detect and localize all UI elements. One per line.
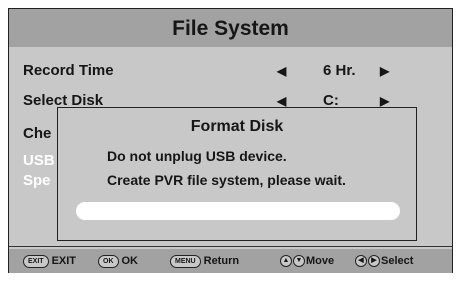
ok-key-icon: OK — [98, 254, 119, 268]
dialog-message-1: Do not unplug USB device. — [107, 148, 287, 164]
menu-row-record-time[interactable]: Record Time ◀ 6 Hr. ▶ — [23, 59, 443, 83]
hint-label: OK — [121, 255, 139, 267]
right-arrow-icon: ▶ — [368, 255, 380, 267]
menu-label: Record Time — [23, 62, 114, 79]
menu-label: Che — [23, 125, 52, 142]
arrow-right-icon[interactable]: ▶ — [380, 59, 389, 83]
menu-value: 6 Hr. — [323, 62, 356, 79]
footer-divider — [9, 246, 452, 247]
hint-label: EXIT — [51, 255, 77, 267]
hint-ok[interactable]: OK OK — [98, 253, 138, 269]
hint-move[interactable]: ▲ ▼ Move — [280, 253, 334, 269]
hint-select[interactable]: ◀ ▶ Select — [355, 253, 413, 269]
down-arrow-icon: ▼ — [293, 255, 305, 267]
menu-label: Spe — [23, 172, 51, 189]
dialog-message-2: Create PVR file system, please wait. — [107, 172, 346, 188]
hint-return[interactable]: MENU Return — [170, 253, 239, 269]
progress-bar — [76, 202, 400, 220]
file-system-screen: File System Record Time ◀ 6 Hr. ▶ Select… — [8, 8, 453, 273]
screen-title: File System — [9, 9, 452, 47]
hint-label: Return — [203, 255, 240, 267]
up-arrow-icon: ▲ — [280, 255, 292, 267]
footer-hint-bar: EXIT EXIT OK OK MENU Return ▲ ▼ Move ◀ ▶… — [9, 249, 452, 273]
menu-key-icon: MENU — [170, 254, 201, 268]
format-disk-dialog: Format Disk Do not unplug USB device. Cr… — [57, 107, 417, 241]
hint-label: Select — [381, 255, 414, 267]
dialog-title: Format Disk — [190, 118, 284, 135]
arrow-left-icon[interactable]: ◀ — [277, 59, 286, 83]
exit-key-icon: EXIT — [23, 254, 49, 268]
hint-exit[interactable]: EXIT EXIT — [23, 253, 76, 269]
hint-label: Move — [306, 255, 335, 267]
left-arrow-icon: ◀ — [355, 255, 367, 267]
